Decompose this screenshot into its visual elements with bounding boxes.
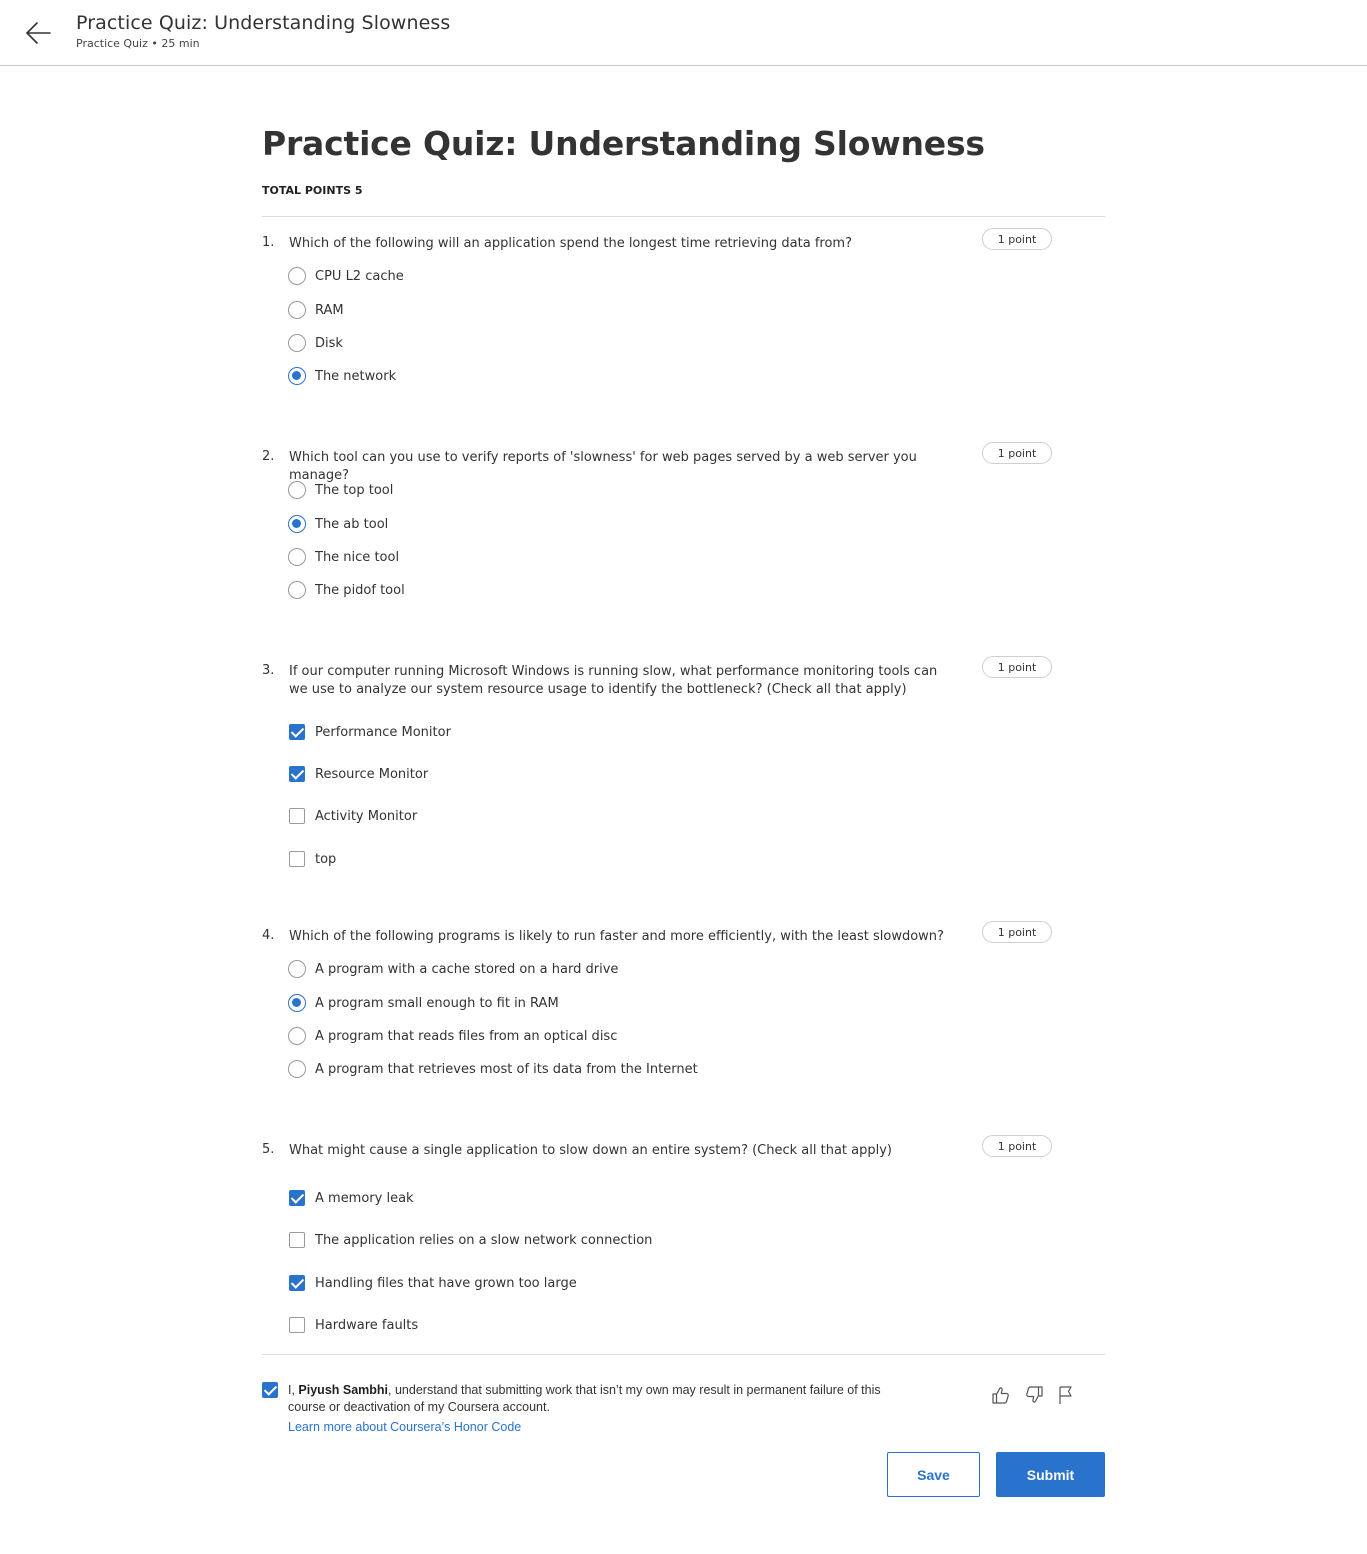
flag-icon[interactable] [1055, 1384, 1077, 1406]
header-title: Practice Quiz: Understanding Slowness [76, 12, 451, 34]
top-bar: Practice Quiz: Understanding Slowness Pr… [0, 0, 1367, 66]
answer-option-label: A program that reads files from an optic… [315, 1028, 618, 1044]
answer-option[interactable]: RAM [288, 299, 344, 321]
answer-option[interactable]: The nice tool [288, 546, 399, 568]
checkbox[interactable] [289, 808, 305, 824]
answer-option-label: A program that retrieves most of its dat… [315, 1061, 698, 1077]
radio-button[interactable] [288, 994, 306, 1012]
answer-option[interactable]: Performance Monitor [288, 721, 451, 743]
honor-code-link[interactable]: Learn more about Coursera’s Honor Code [288, 1420, 521, 1434]
divider [262, 1354, 1105, 1355]
checkbox[interactable] [289, 1275, 305, 1291]
answer-option[interactable]: top [288, 848, 336, 870]
answer-option-label: RAM [315, 302, 344, 318]
points-badge: 1 point [982, 228, 1052, 250]
answer-option[interactable]: A program small enough to fit in RAM [288, 992, 559, 1014]
answer-option-label: Performance Monitor [315, 724, 451, 740]
page-title: Practice Quiz: Understanding Slowness [262, 124, 985, 163]
answer-option[interactable]: Handling files that have grown too large [288, 1272, 577, 1294]
question-number: 2. [262, 449, 275, 464]
learner-name: Piyush Sambhi [298, 1383, 389, 1397]
question-text: Which of the following will an applicati… [289, 236, 852, 251]
answer-option-label: Disk [315, 335, 343, 351]
thumbs-down-icon[interactable] [1023, 1384, 1045, 1406]
answer-option-label: Handling files that have grown too large [315, 1275, 577, 1291]
question-number: 4. [262, 928, 275, 943]
radio-button[interactable] [288, 301, 306, 319]
radio-button[interactable] [288, 334, 306, 352]
header-subtitle: Practice Quiz • 25 min [76, 37, 200, 50]
answer-option[interactable]: Disk [288, 332, 343, 354]
radio-button[interactable] [288, 367, 306, 385]
save-button[interactable]: Save [887, 1452, 980, 1497]
checkbox[interactable] [289, 1190, 305, 1206]
answer-option[interactable]: Resource Monitor [288, 763, 428, 785]
question-number: 3. [262, 663, 275, 678]
points-badge: 1 point [982, 442, 1052, 464]
checkbox[interactable] [289, 1232, 305, 1248]
radio-button[interactable] [288, 1027, 306, 1045]
answer-option[interactable]: The application relies on a slow network… [288, 1229, 652, 1251]
radio-button[interactable] [288, 481, 306, 499]
checkbox[interactable] [289, 851, 305, 867]
radio-button[interactable] [288, 581, 306, 599]
checkbox[interactable] [289, 766, 305, 782]
answer-option-label: CPU L2 cache [315, 268, 404, 284]
question-number: 1. [262, 235, 275, 250]
question-text: What might cause a single application to… [289, 1143, 892, 1158]
answer-option-label: The ab tool [315, 516, 389, 532]
total-points: TOTAL POINTS 5 [262, 184, 363, 197]
points-badge: 1 point [982, 656, 1052, 678]
answer-option[interactable]: A program that reads files from an optic… [288, 1025, 617, 1047]
honor-code-statement: I, Piyush Sambhi, understand that submit… [288, 1382, 908, 1416]
answer-option[interactable]: The network [288, 365, 396, 387]
answer-option[interactable]: CPU L2 cache [288, 265, 404, 287]
answer-option[interactable]: The top tool [288, 479, 393, 501]
answer-option[interactable]: The ab tool [288, 513, 388, 535]
answer-option[interactable]: Activity Monitor [288, 805, 417, 827]
radio-button[interactable] [288, 515, 306, 533]
thumbs-up-icon[interactable] [990, 1384, 1012, 1406]
answer-option-label: A memory leak [315, 1190, 414, 1206]
question-text: Which of the following programs is likel… [289, 929, 944, 944]
checkbox[interactable] [289, 724, 305, 740]
answer-option[interactable]: A program with a cache stored on a hard … [288, 958, 618, 980]
radio-button[interactable] [288, 548, 306, 566]
answer-option-label: The top tool [315, 482, 394, 498]
answer-option-label: top [315, 851, 337, 867]
points-badge: 1 point [982, 921, 1052, 943]
divider [262, 216, 1105, 217]
answer-option[interactable]: Hardware faults [288, 1314, 418, 1336]
answer-option-label: The network [315, 368, 397, 384]
radio-button[interactable] [288, 1060, 306, 1078]
radio-button[interactable] [288, 267, 306, 285]
question-text: If our computer running Microsoft Window… [289, 664, 938, 697]
answer-option[interactable]: A program that retrieves most of its dat… [288, 1058, 698, 1080]
question-number: 5. [262, 1142, 275, 1157]
answer-option-label: A program with a cache stored on a hard … [315, 961, 619, 977]
honor-code-checkbox[interactable] [262, 1382, 278, 1398]
submit-button[interactable]: Submit [996, 1452, 1105, 1497]
checkbox[interactable] [289, 1317, 305, 1333]
honor-prefix: I, [288, 1383, 299, 1397]
answer-option-label: The nice tool [315, 549, 400, 565]
answer-option-label: Resource Monitor [315, 766, 429, 782]
points-badge: 1 point [982, 1135, 1052, 1157]
answer-option[interactable]: A memory leak [288, 1187, 414, 1209]
answer-option-label: The pidof tool [315, 582, 405, 598]
answer-option-label: The application relies on a slow network… [315, 1232, 653, 1248]
radio-button[interactable] [288, 960, 306, 978]
answer-option-label: Hardware faults [315, 1317, 419, 1333]
answer-option[interactable]: The pidof tool [288, 579, 405, 601]
back-arrow-icon[interactable] [22, 18, 54, 48]
answer-option-label: A program small enough to fit in RAM [315, 995, 559, 1011]
answer-option-label: Activity Monitor [315, 808, 418, 824]
